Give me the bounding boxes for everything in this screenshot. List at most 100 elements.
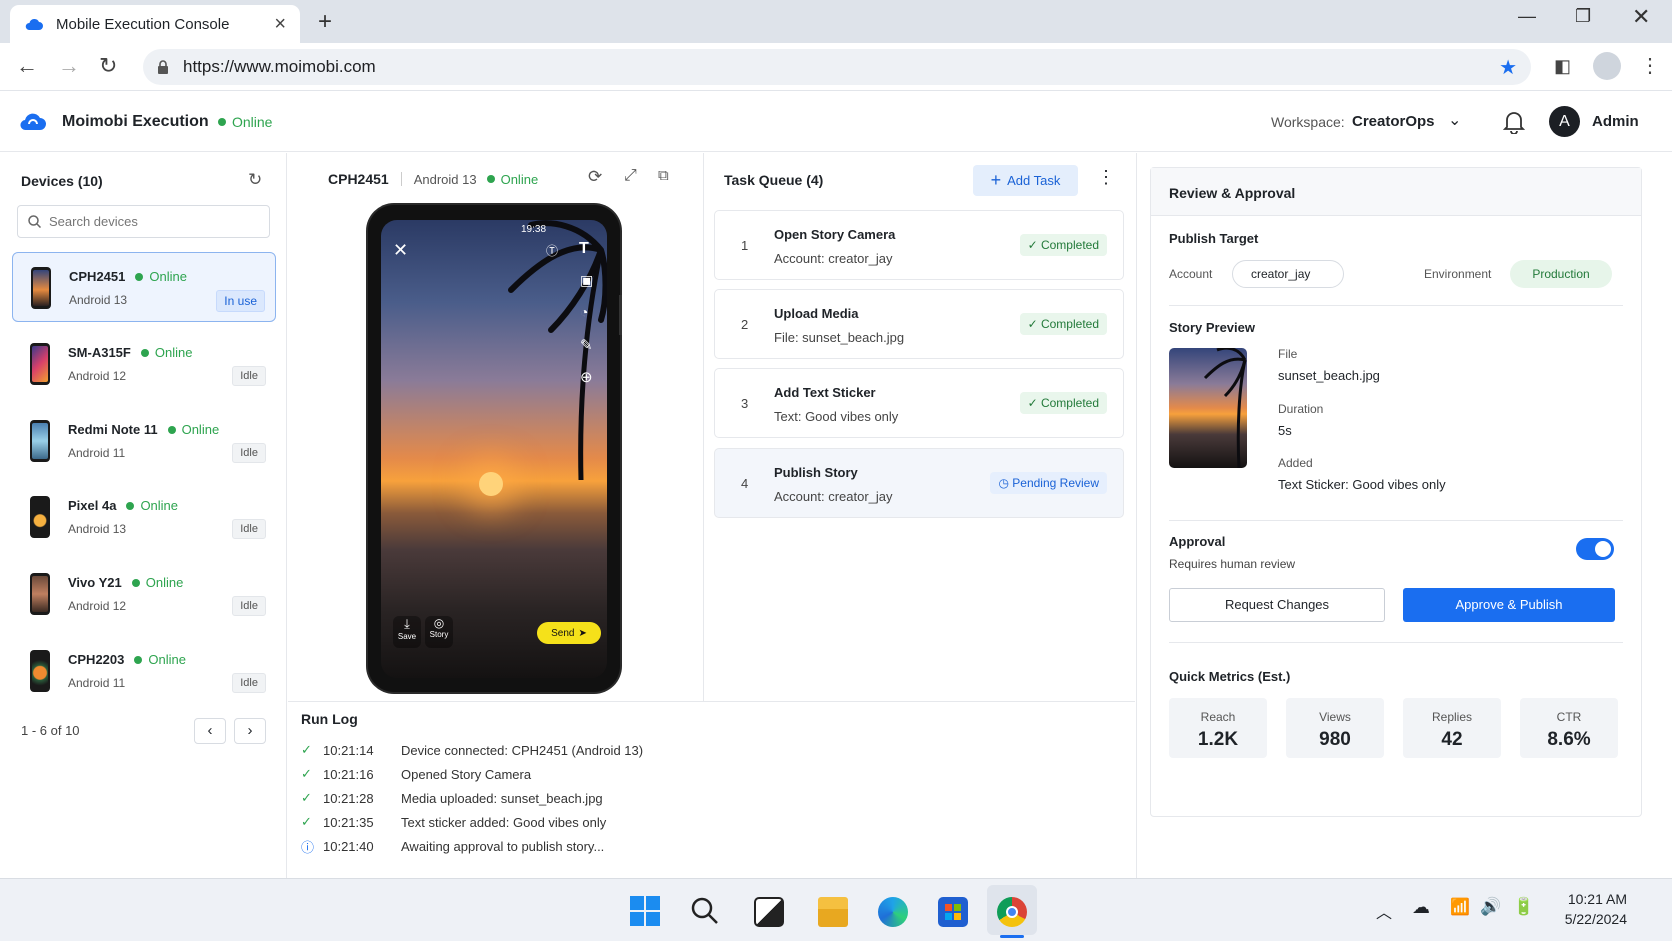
phone-mirror[interactable]: 19:38 ✕ T Ⓣ ▣ ◔ ✎ ⊕ ⤓ Save ◎ Story Send ➤ bbox=[368, 205, 622, 692]
duration-label: Duration bbox=[1278, 402, 1324, 416]
task-subtitle: Text: Good vibes only bbox=[774, 409, 899, 424]
task-item[interactable]: 4 Publish Story Account: creator_jay ◷ P… bbox=[714, 448, 1124, 518]
approve-publish-button[interactable]: Approve & Publish bbox=[1403, 588, 1615, 622]
forward-icon[interactable]: → bbox=[58, 53, 80, 79]
environment-badge[interactable]: Production bbox=[1510, 260, 1612, 288]
side-panel-icon[interactable]: ◧ bbox=[1554, 56, 1571, 77]
device-card-redmi-note-11[interactable]: Redmi Note 11 Online Android 11 Idle bbox=[12, 406, 276, 476]
task-menu-icon[interactable]: ⋮ bbox=[1097, 167, 1115, 188]
add-circle-icon[interactable]: ⊕ bbox=[580, 368, 593, 386]
status-badge: Idle bbox=[232, 443, 266, 463]
close-window-icon[interactable]: ✕ bbox=[1632, 4, 1650, 30]
metric-label: Replies bbox=[1431, 710, 1473, 724]
send-button[interactable]: Send ➤ bbox=[537, 622, 601, 644]
user-name[interactable]: Admin bbox=[1592, 113, 1639, 130]
back-icon[interactable]: ← bbox=[16, 53, 38, 79]
close-story-icon[interactable]: ✕ bbox=[393, 240, 408, 261]
battery-icon[interactable]: 🔋 bbox=[1513, 897, 1534, 917]
success-icon: ✓ bbox=[301, 766, 312, 781]
save-label: Save bbox=[397, 632, 417, 641]
run-log-panel: Run Log ✓ 10:21:14 Device connected: CPH24… bbox=[288, 701, 1135, 878]
app-name: Moimobi Execution bbox=[62, 113, 209, 130]
app-logo-icon bbox=[20, 113, 46, 131]
avatar[interactable]: A bbox=[1549, 106, 1580, 137]
approval-toggle[interactable] bbox=[1576, 538, 1614, 560]
wifi-icon[interactable]: 📶 bbox=[1450, 897, 1470, 917]
prev-page-button[interactable]: ‹ bbox=[194, 718, 226, 744]
review-panel: Review & Approval Publish Target Account… bbox=[1150, 167, 1642, 817]
timer-icon[interactable]: ◔ bbox=[580, 304, 588, 320]
task-item[interactable]: 3 Add Text Sticker Text: Good vibes only… bbox=[714, 368, 1124, 438]
story-preview-title: Story Preview bbox=[1169, 320, 1255, 335]
copy-window-icon[interactable]: ⧉ bbox=[658, 167, 669, 184]
approval-subtitle: Requires human review bbox=[1169, 557, 1296, 571]
added-value: Text Sticker: Good vibes only bbox=[1278, 477, 1446, 492]
check-icon: ✓ bbox=[1027, 317, 1041, 331]
log-entry: ✓ 10:21:28 Media uploaded: sunset_beach.jp… bbox=[301, 788, 603, 808]
new-tab-icon[interactable]: + bbox=[318, 8, 332, 36]
clock-time[interactable]: 10:21 AM bbox=[1555, 891, 1627, 907]
pencil-icon[interactable]: ✎ bbox=[580, 336, 593, 354]
close-tab-icon[interactable]: × bbox=[274, 13, 286, 36]
device-card-vivo-y21[interactable]: Vivo Y21 Online Android 12 Idle bbox=[12, 559, 276, 629]
expand-icon[interactable]: ⤢ bbox=[624, 167, 637, 185]
task-subtitle: File: sunset_beach.jpg bbox=[774, 330, 905, 345]
add-task-button[interactable]: + Add Task bbox=[973, 165, 1078, 196]
device-thumbnail bbox=[30, 343, 50, 385]
device-thumbnail bbox=[30, 650, 50, 692]
restore-icon[interactable]: ❐ bbox=[1575, 6, 1591, 27]
edge-browser-icon[interactable] bbox=[878, 897, 908, 927]
reload-icon[interactable]: ↻ bbox=[99, 53, 117, 79]
device-card-sm-a315f[interactable]: SM-A315F Online Android 12 Idle bbox=[12, 329, 276, 399]
story-thumbnail[interactable] bbox=[1169, 348, 1247, 468]
task-view-icon[interactable] bbox=[754, 897, 784, 927]
phone-screen[interactable]: 19:38 ✕ T Ⓣ ▣ ◔ ✎ ⊕ ⤓ Save ◎ Story Send ➤ bbox=[381, 220, 607, 678]
status-badge: Idle bbox=[232, 519, 266, 539]
volume-icon[interactable]: 🔊 bbox=[1480, 897, 1501, 917]
file-explorer-icon[interactable] bbox=[818, 897, 848, 927]
text-tool-icon[interactable]: T bbox=[579, 240, 589, 258]
sticker-icon[interactable]: ▣ bbox=[580, 272, 593, 289]
rotate-icon[interactable]: ⟳ bbox=[588, 167, 602, 187]
status-badge: Idle bbox=[232, 366, 266, 386]
chevron-down-icon[interactable]: ⌄ bbox=[1448, 110, 1461, 130]
minimize-icon[interactable]: — bbox=[1518, 6, 1536, 27]
bookmark-star-icon[interactable]: ★ bbox=[1499, 55, 1517, 80]
search-devices[interactable] bbox=[17, 205, 270, 238]
task-item[interactable]: 2 Upload Media File: sunset_beach.jpg ✓ … bbox=[714, 289, 1124, 359]
chevron-up-icon[interactable]: ︿ bbox=[1376, 899, 1392, 923]
save-button[interactable]: ⤓ Save bbox=[393, 616, 421, 648]
tab-title: Mobile Execution Console bbox=[56, 15, 230, 33]
bell-icon[interactable] bbox=[1503, 110, 1525, 134]
translate-icon[interactable]: Ⓣ bbox=[546, 242, 558, 259]
metric-ctr: CTR 8.6% bbox=[1520, 698, 1618, 758]
task-queue-title: Task Queue (4) bbox=[724, 172, 824, 188]
pagination-text: 1 - 6 of 10 bbox=[21, 723, 80, 738]
search-icon[interactable] bbox=[690, 896, 720, 926]
info-icon: ⓘ bbox=[301, 839, 315, 855]
device-card-cph2203[interactable]: CPH2203 Online Android 11 Idle bbox=[12, 636, 276, 706]
device-card-pixel-4a[interactable]: Pixel 4a Online Android 13 Idle bbox=[12, 482, 276, 552]
workspace-select[interactable]: CreatorOps bbox=[1352, 113, 1435, 130]
account-label: Account bbox=[1169, 267, 1213, 281]
menu-kebab-icon[interactable]: ⋮ bbox=[1640, 53, 1660, 78]
story-button[interactable]: ◎ Story bbox=[425, 616, 453, 648]
device-view-status: Online bbox=[500, 171, 539, 187]
onedrive-icon[interactable]: ☁ bbox=[1412, 897, 1430, 918]
next-page-button[interactable]: › bbox=[234, 718, 266, 744]
clock-date[interactable]: 5/22/2024 bbox=[1555, 911, 1627, 927]
browser-tab[interactable]: Mobile Execution Console × bbox=[10, 5, 300, 43]
search-input[interactable] bbox=[49, 214, 249, 229]
request-changes-button[interactable]: Request Changes bbox=[1169, 588, 1385, 622]
store-icon[interactable] bbox=[938, 897, 968, 927]
task-item[interactable]: 1 Open Story Camera Account: creator_jay… bbox=[714, 210, 1124, 280]
chrome-icon[interactable] bbox=[997, 897, 1027, 927]
address-bar[interactable]: https://www.moimobi.com ★ bbox=[143, 49, 1531, 85]
metric-reach: Reach 1.2K bbox=[1169, 698, 1267, 758]
profile-icon[interactable] bbox=[1593, 52, 1621, 80]
metric-replies: Replies 42 bbox=[1403, 698, 1501, 758]
windows-start-icon[interactable] bbox=[630, 896, 660, 926]
device-card-cph2451[interactable]: CPH2451 Online Android 13 In use bbox=[12, 252, 276, 322]
account-select[interactable]: creator_jay bbox=[1232, 260, 1344, 288]
refresh-icon[interactable]: ↻ bbox=[248, 170, 262, 190]
